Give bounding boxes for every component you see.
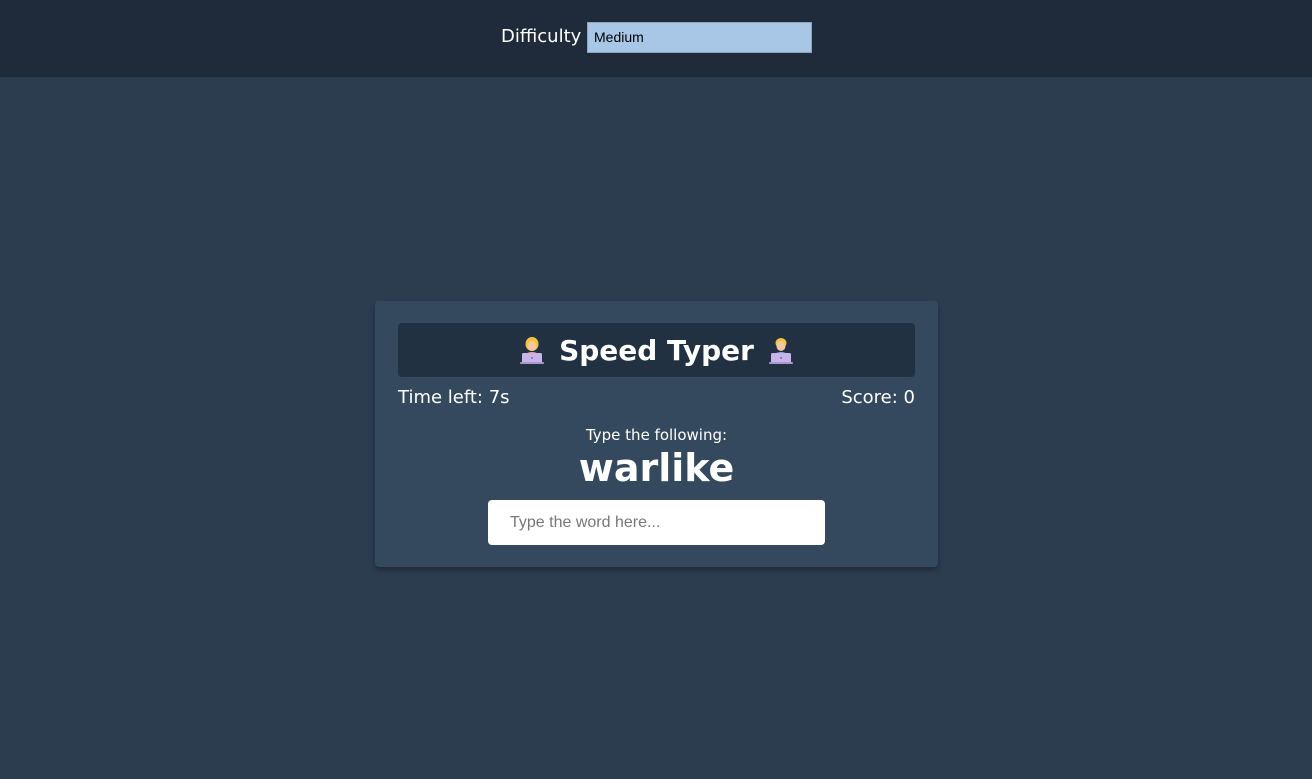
- person-at-laptop-icon: [520, 337, 545, 364]
- person-at-laptop-icon: [768, 338, 793, 364]
- word-input[interactable]: [488, 500, 825, 545]
- score: Score: 0: [841, 387, 915, 408]
- target-word: warlike: [578, 446, 735, 490]
- difficulty-label: Difficulty: [501, 26, 582, 47]
- prompt-label: Type the following:: [585, 426, 728, 444]
- difficulty-select[interactable]: Medium: [587, 22, 812, 53]
- title-bar: Speed Typer: [398, 323, 915, 377]
- top-bar: Difficulty Medium: [0, 0, 1312, 77]
- game-card: Speed Typer Time left: 7s Score: 0 Type …: [375, 301, 938, 567]
- game-title: Speed Typer: [559, 333, 754, 367]
- time-left: Time left: 7s: [398, 387, 510, 408]
